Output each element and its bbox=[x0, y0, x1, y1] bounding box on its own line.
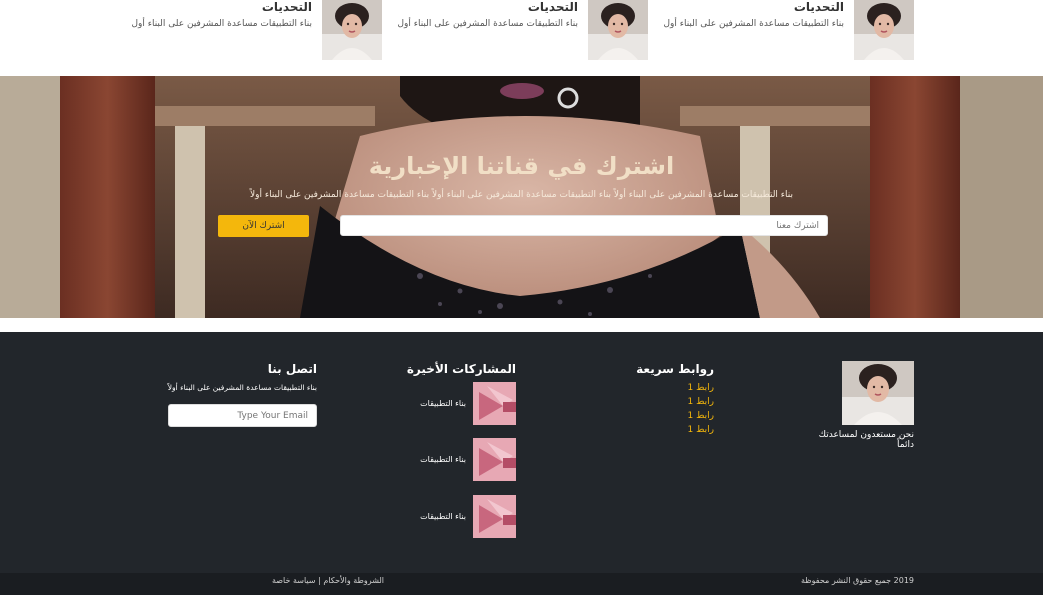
recent-posts-title: المشاركات الأخيرة bbox=[406, 362, 516, 376]
card-description: بناء التطبيقات مساعدة المشرفين على البنا… bbox=[663, 19, 845, 29]
card-title: التحديات bbox=[793, 0, 844, 14]
section-spacer bbox=[0, 318, 1043, 332]
card-title: التحديات bbox=[261, 0, 312, 14]
post-title: بناء التطبيقات bbox=[420, 511, 466, 521]
legal-links: الشروطة والأحكام | سياسة خاصة bbox=[200, 576, 384, 585]
post-title: بناء التطبيقات bbox=[420, 454, 466, 464]
top-cards-strip: التحديات بناء التطبيقات مساعدة المشرفين … bbox=[0, 0, 1043, 76]
quick-link[interactable]: رابط 1 bbox=[620, 409, 715, 423]
card-description: بناء التطبيقات مساعدة المشرفين على البنا… bbox=[397, 19, 579, 29]
recent-post-item[interactable]: بناء التطبيقات bbox=[400, 494, 516, 538]
card-title: التحديات bbox=[527, 0, 578, 14]
newsletter-email-input[interactable] bbox=[340, 215, 828, 236]
update-card[interactable]: التحديات بناء التطبيقات مساعدة المشرفين … bbox=[378, 0, 648, 64]
quick-link[interactable]: رابط 1 bbox=[620, 395, 715, 409]
recent-post-item[interactable]: بناء التطبيقات bbox=[400, 437, 516, 481]
newsletter-hero: اشترك في قناتنا الإخبارية بناء التطبيقات… bbox=[0, 76, 1043, 318]
contact-email-input[interactable] bbox=[168, 404, 317, 427]
terms-link[interactable]: الشروطة والأحكام bbox=[323, 576, 384, 585]
legal-separator: | bbox=[318, 576, 321, 585]
contact-title: اتصل بنا bbox=[267, 362, 317, 376]
newsletter-title: اشترك في قناتنا الإخبارية bbox=[368, 152, 675, 180]
contact-description: بناء التطبيقات مساعدة المشرفين على البنا… bbox=[167, 383, 317, 392]
post-title: بناء التطبيقات bbox=[420, 398, 466, 408]
footer-about-image bbox=[842, 361, 914, 425]
quick-link[interactable]: رابط 1 bbox=[620, 381, 715, 395]
copyright-text: 2019 جميع حقوق النشر محفوظة bbox=[800, 576, 914, 585]
footer-about-text: نحن مستعدون لمساعدتك دائماً bbox=[818, 430, 914, 450]
quick-link[interactable]: رابط 1 bbox=[620, 423, 715, 437]
subscribe-button[interactable]: اشترك الآن bbox=[218, 215, 309, 237]
card-thumbnail bbox=[854, 0, 914, 60]
newsletter-subtitle: بناء التطبيقات مساعدة المشرفين على البنا… bbox=[250, 190, 793, 200]
update-card[interactable]: التحديات بناء التطبيقات مساعدة المشرفين … bbox=[644, 0, 914, 64]
quick-links-list: رابط 1 رابط 1 رابط 1 رابط 1 bbox=[620, 381, 715, 437]
card-thumbnail bbox=[322, 0, 382, 60]
post-thumbnail bbox=[473, 381, 516, 425]
privacy-link[interactable]: سياسة خاصة bbox=[272, 576, 316, 585]
update-card[interactable]: التحديات بناء التطبيقات مساعدة المشرفين … bbox=[112, 0, 382, 64]
card-description: بناء التطبيقات مساعدة المشرفين على البنا… bbox=[131, 19, 313, 29]
post-thumbnail bbox=[473, 437, 516, 481]
post-thumbnail bbox=[473, 494, 516, 538]
recent-post-item[interactable]: بناء التطبيقات bbox=[400, 381, 516, 425]
quick-links-title: روابط سريعة bbox=[636, 362, 714, 376]
card-thumbnail bbox=[588, 0, 648, 60]
